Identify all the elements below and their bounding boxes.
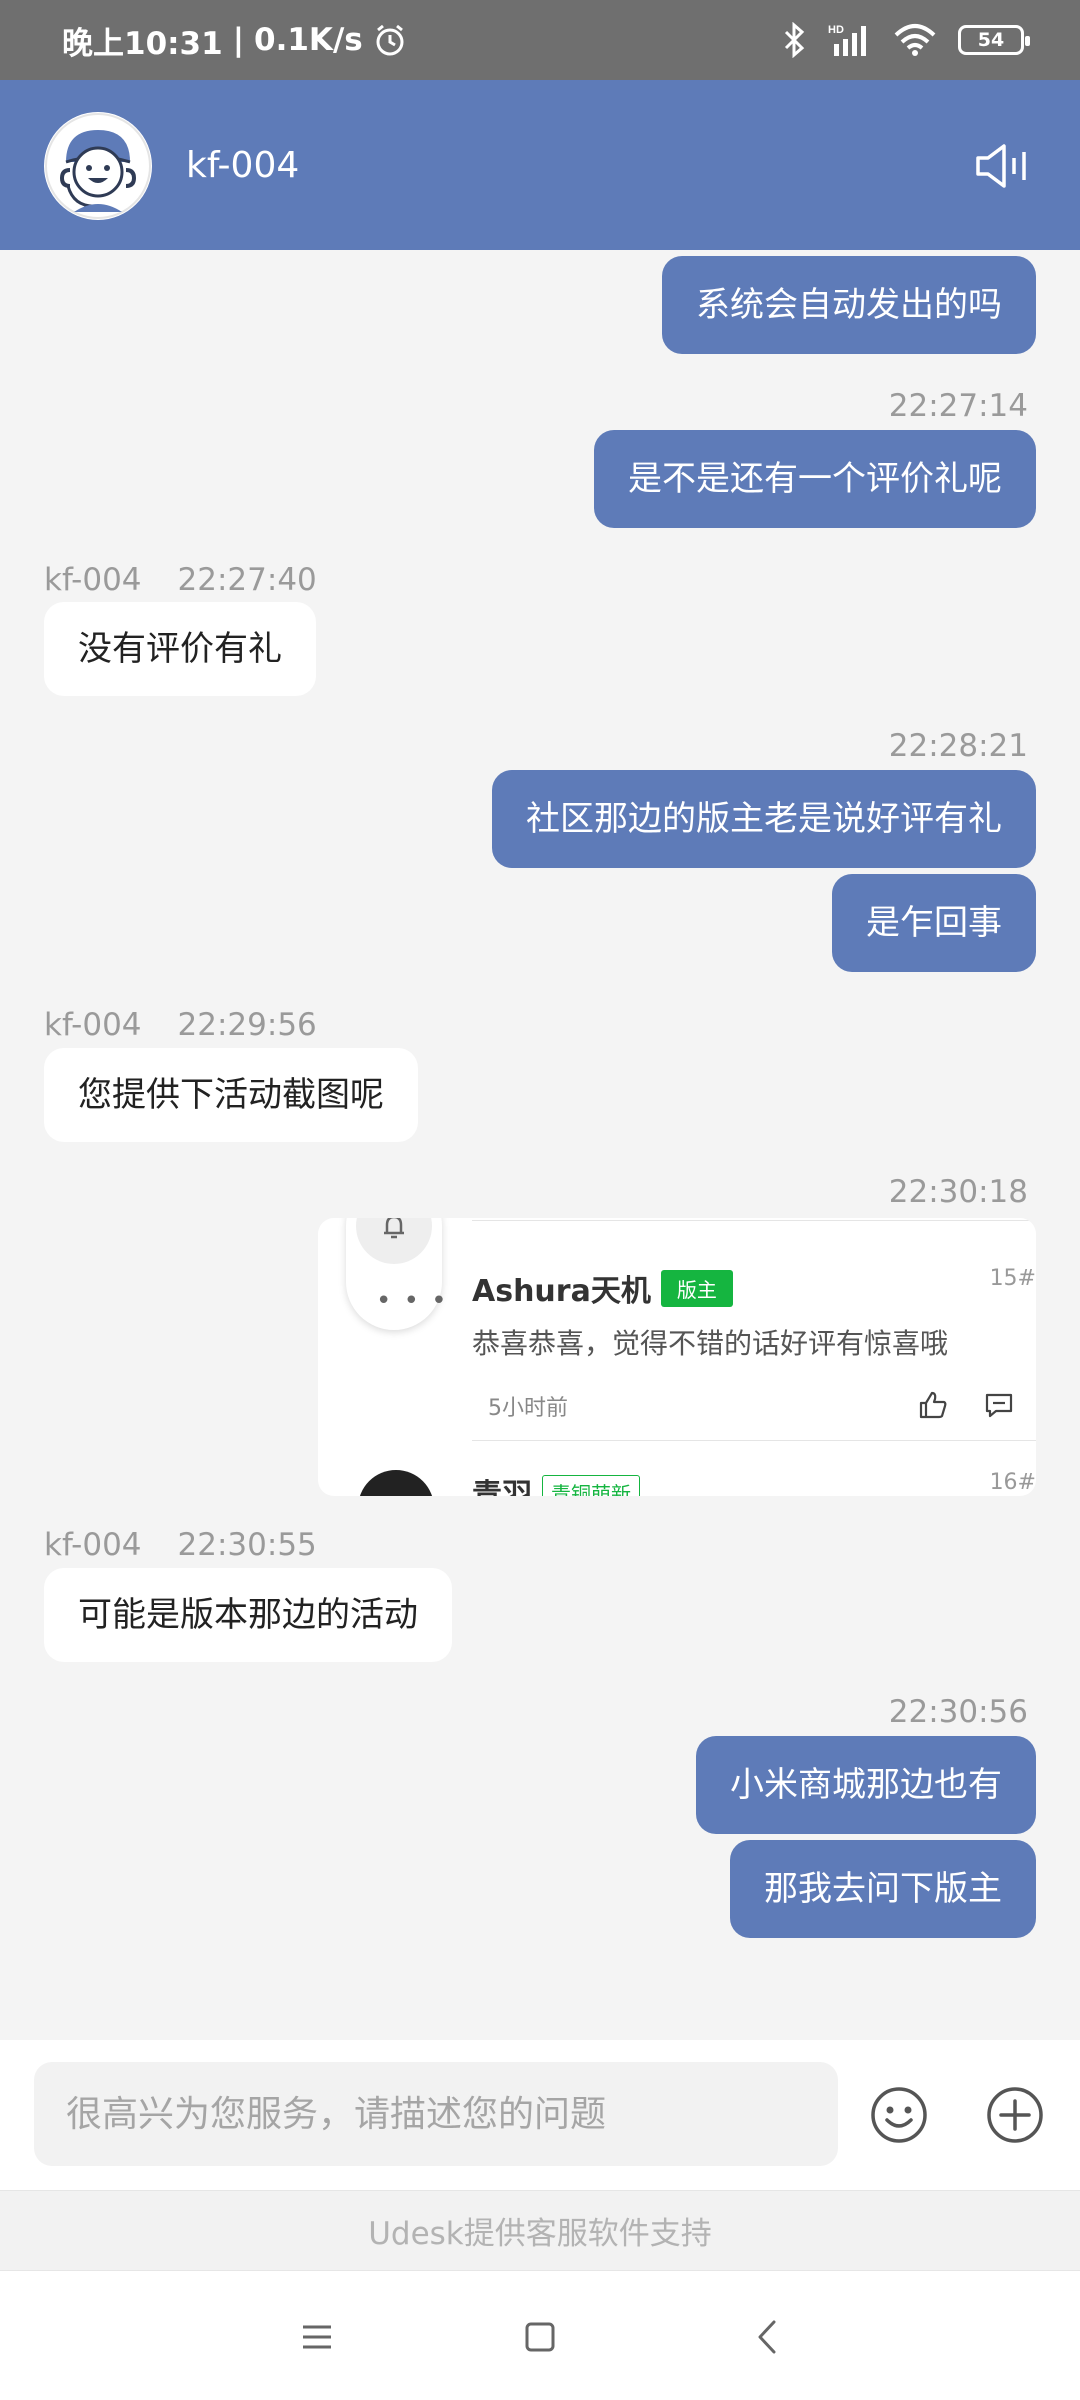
message-meta: kf-004 22:29:56 [44,1007,317,1043]
message-time: 22:27:40 [177,562,317,598]
message-input[interactable] [34,2062,838,2166]
message-time: 22:28:21 [888,728,1028,764]
message-input-bar [0,2040,1080,2190]
message-text: 是乍回事 [866,903,1002,943]
message-bubble-out[interactable]: 是不是还有一个评价礼呢 [594,430,1036,528]
comment-user: Ashura天机 版主 [472,1266,733,1310]
message-sender: kf-004 [44,1527,142,1563]
message-time: 22:27:14 [888,388,1028,424]
message-time: 22:30:18 [888,1174,1028,1210]
level-badge: 青铜萌新 [542,1474,640,1496]
more-icon: • • • [376,1286,449,1316]
add-icon[interactable] [986,2086,1044,2144]
message-text: 没有评价有礼 [78,629,282,669]
home-icon[interactable] [520,2317,560,2357]
hd-signal-icon: HD [828,24,866,56]
alarm-icon [376,24,404,56]
like-icon [919,1391,947,1419]
message-time: 22:30:56 [888,1694,1028,1730]
floor-number: 15# [989,1266,1036,1291]
message-bubble-out[interactable]: 那我去问下版主 [730,1840,1036,1938]
agent-name: kf-004 [186,144,300,186]
powered-by-text: Udesk提供客服软件支持 [368,2216,712,2252]
message-bubble-out[interactable]: 是乍回事 [832,874,1036,972]
message-sender: kf-004 [44,1007,142,1043]
divider [472,1220,1036,1221]
status-separator: | [232,22,245,58]
message-text: 可能是版本那边的活动 [78,1595,418,1635]
message-bubble-out[interactable]: 系统会自动发出的吗 [662,256,1036,354]
message-text: 那我去问下版主 [764,1869,1002,1909]
status-bar: 晚上10:31 | 0.1K/s HD 54 [0,0,1080,80]
chat-messages[interactable]: 系统会自动发出的吗 22:27:14 是不是还有一个评价礼呢 kf-004 22… [0,250,1080,2040]
moderator-badge: 版主 [660,1269,733,1307]
comment-icon [985,1393,1013,1418]
message-text: 您提供下活动截图呢 [78,1075,384,1115]
powered-by-footer: Udesk提供客服软件支持 [0,2190,1080,2270]
message-bubble-in[interactable]: 您提供下活动截图呢 [44,1048,418,1142]
message-time: 22:29:56 [177,1007,317,1043]
message-text: 小米商城那边也有 [730,1765,1002,1805]
message-bubble-in[interactable]: 可能是版本那边的活动 [44,1568,452,1662]
comment-user: 青羽 青铜萌新 [472,1470,640,1496]
wifi-icon [894,24,936,56]
image-message[interactable]: • • • Ashura天机 版主 15# 恭喜恭喜，觉得不错的话好评有惊喜哦 … [318,1218,1036,1496]
menu-icon[interactable] [297,2317,337,2357]
comment-time: 5小时前 [488,1396,568,1421]
comment-text: 恭喜恭喜，觉得不错的话好评有惊喜哦 [472,1327,949,1360]
message-text: 社区那边的版主老是说好评有礼 [526,799,1002,839]
bluetooth-icon [784,22,805,58]
message-bubble-out[interactable]: 小米商城那边也有 [696,1736,1036,1834]
message-bubble-out[interactable]: 社区那边的版主老是说好评有礼 [492,770,1036,868]
message-text: 系统会自动发出的吗 [696,285,1002,325]
avatar [358,1470,434,1496]
message-meta: kf-004 22:27:40 [44,562,317,598]
message-sender: kf-004 [44,562,142,598]
back-icon[interactable] [748,2317,788,2357]
speaker-icon[interactable] [974,140,1030,192]
agent-avatar [44,112,152,220]
floor-number: 16# [989,1470,1036,1495]
system-nav-bar [0,2270,1080,2400]
message-meta: kf-004 22:30:55 [44,1527,317,1563]
battery-level: 54 [977,29,1005,51]
message-text: 是不是还有一个评价礼呢 [628,459,1002,499]
emoji-icon[interactable] [870,2086,928,2144]
message-time: 22:30:55 [177,1527,317,1563]
chat-header: kf-004 [0,80,1080,250]
status-net-speed: 0.1K/s [254,22,363,58]
comment-username: Ashura天机 [472,1274,651,1309]
comment-username: 青羽 [472,1478,532,1496]
svg-text:HD: HD [828,24,844,36]
status-time: 晚上10:31 [62,25,223,62]
battery-icon: 54 [958,25,1030,55]
message-bubble-in[interactable]: 没有评价有礼 [44,602,316,696]
divider [472,1440,1036,1441]
